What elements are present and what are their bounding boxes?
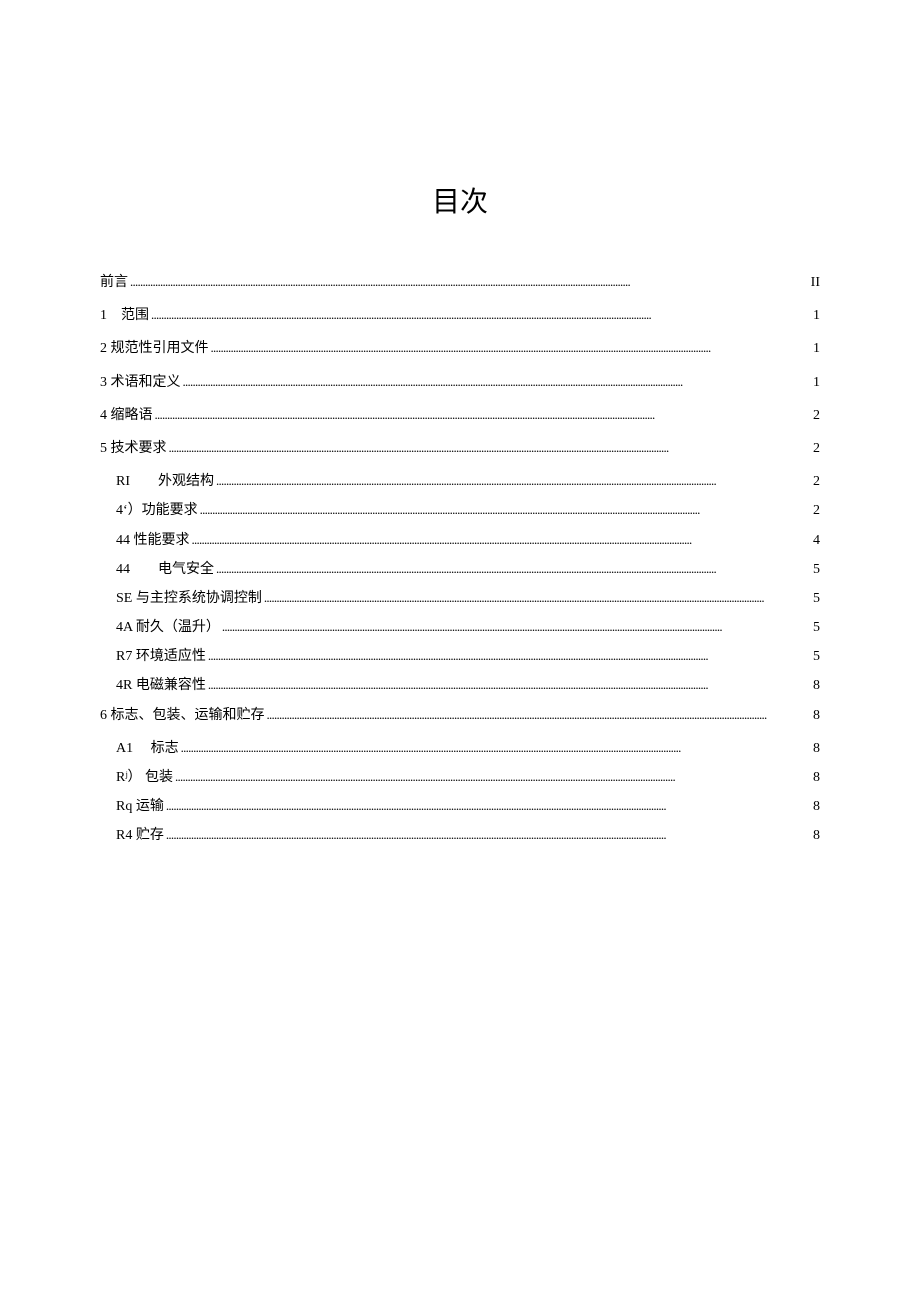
toc-page: 2 bbox=[811, 403, 820, 428]
toc-page: 2 bbox=[811, 498, 820, 523]
toc-label: 5 技术要求 bbox=[100, 436, 167, 461]
toc-page: 2 bbox=[811, 469, 820, 494]
toc-entry: 44 性能要求 4 bbox=[100, 528, 820, 553]
toc-leader bbox=[181, 736, 809, 761]
toc-page: 8 bbox=[811, 736, 820, 761]
toc-label: 4ʻ）功能要求 bbox=[116, 498, 198, 523]
toc-leader bbox=[183, 370, 810, 395]
toc-page: 2 bbox=[811, 436, 820, 461]
toc-page: 5 bbox=[811, 615, 820, 640]
page-title: 目次 bbox=[100, 180, 820, 220]
toc-leader bbox=[208, 673, 809, 698]
toc-label: 6 标志、包装、运输和贮存 bbox=[100, 703, 265, 728]
toc-page: 5 bbox=[811, 644, 820, 669]
toc-label: 4A 耐久（温升） bbox=[116, 615, 220, 640]
toc-entry: 5 技术要求 2 bbox=[100, 436, 820, 461]
table-of-contents: 前言 II 1 范围 1 2 规范性引用文件 1 3 术语和定义 1 4 缩略语 2 5 … bbox=[100, 270, 820, 849]
toc-leader bbox=[151, 303, 809, 328]
toc-label: Rʲ） 包装 bbox=[116, 765, 173, 790]
toc-label: 3 术语和定义 bbox=[100, 370, 181, 395]
toc-page: 1 bbox=[811, 370, 820, 395]
toc-entry: R7 环境适应性 5 bbox=[100, 644, 820, 669]
toc-label: Rq 运输 bbox=[116, 794, 164, 819]
toc-leader bbox=[208, 644, 809, 669]
toc-leader bbox=[222, 615, 809, 640]
toc-leader bbox=[264, 586, 809, 611]
toc-label: 4 缩略语 bbox=[100, 403, 153, 428]
toc-entry: 2 规范性引用文件 1 bbox=[100, 336, 820, 361]
toc-entry: A1 标志 8 bbox=[100, 736, 820, 761]
toc-leader bbox=[130, 270, 807, 295]
toc-leader bbox=[166, 794, 809, 819]
toc-leader bbox=[169, 436, 810, 461]
toc-entry: RI 外观结构 2 bbox=[100, 469, 820, 494]
toc-entry: Rq 运输 8 bbox=[100, 794, 820, 819]
toc-page: 8 bbox=[811, 703, 820, 728]
toc-entry: 1 范围 1 bbox=[100, 303, 820, 328]
toc-leader bbox=[216, 469, 809, 494]
toc-page: 1 bbox=[811, 336, 820, 361]
toc-entry: 4R 电磁兼容性 8 bbox=[100, 673, 820, 698]
toc-entry: 前言 II bbox=[100, 270, 820, 295]
toc-leader bbox=[175, 765, 809, 790]
toc-page: 1 bbox=[811, 303, 820, 328]
toc-label: 4R 电磁兼容性 bbox=[116, 673, 206, 698]
toc-label: 前言 bbox=[100, 270, 128, 295]
toc-entry: 4 缩略语 2 bbox=[100, 403, 820, 428]
toc-label: RI 外观结构 bbox=[116, 469, 214, 494]
toc-label: R7 环境适应性 bbox=[116, 644, 206, 669]
toc-entry: 44 电气安全 5 bbox=[100, 557, 820, 582]
toc-label: SE 与主控系统协调控制 bbox=[116, 586, 262, 611]
toc-label: 44 性能要求 bbox=[116, 528, 190, 553]
toc-label: A1 标志 bbox=[116, 736, 179, 761]
toc-page: 8 bbox=[811, 673, 820, 698]
toc-leader bbox=[211, 336, 810, 361]
toc-page: 5 bbox=[811, 557, 820, 582]
toc-page: 5 bbox=[811, 586, 820, 611]
toc-entry: 3 术语和定义 1 bbox=[100, 370, 820, 395]
toc-entry: 4ʻ）功能要求 2 bbox=[100, 498, 820, 523]
toc-page: II bbox=[809, 270, 820, 295]
toc-leader bbox=[192, 528, 810, 553]
toc-entry: 4A 耐久（温升） 5 bbox=[100, 615, 820, 640]
toc-page: 4 bbox=[811, 528, 820, 553]
toc-page: 8 bbox=[811, 794, 820, 819]
toc-label: R4 贮存 bbox=[116, 823, 164, 848]
toc-leader bbox=[155, 403, 810, 428]
toc-page: 8 bbox=[811, 765, 820, 790]
toc-leader bbox=[166, 823, 809, 848]
toc-entry: 6 标志、包装、运输和贮存 8 bbox=[100, 703, 820, 728]
toc-label: 1 范围 bbox=[100, 303, 149, 328]
toc-entry: SE 与主控系统协调控制 5 bbox=[100, 586, 820, 611]
toc-entry: R4 贮存 8 bbox=[100, 823, 820, 848]
toc-entry: Rʲ） 包装 8 bbox=[100, 765, 820, 790]
toc-leader bbox=[216, 557, 809, 582]
toc-label: 2 规范性引用文件 bbox=[100, 336, 209, 361]
toc-leader bbox=[200, 498, 809, 523]
toc-leader bbox=[267, 703, 810, 728]
toc-page: 8 bbox=[811, 823, 820, 848]
toc-label: 44 电气安全 bbox=[116, 557, 214, 582]
